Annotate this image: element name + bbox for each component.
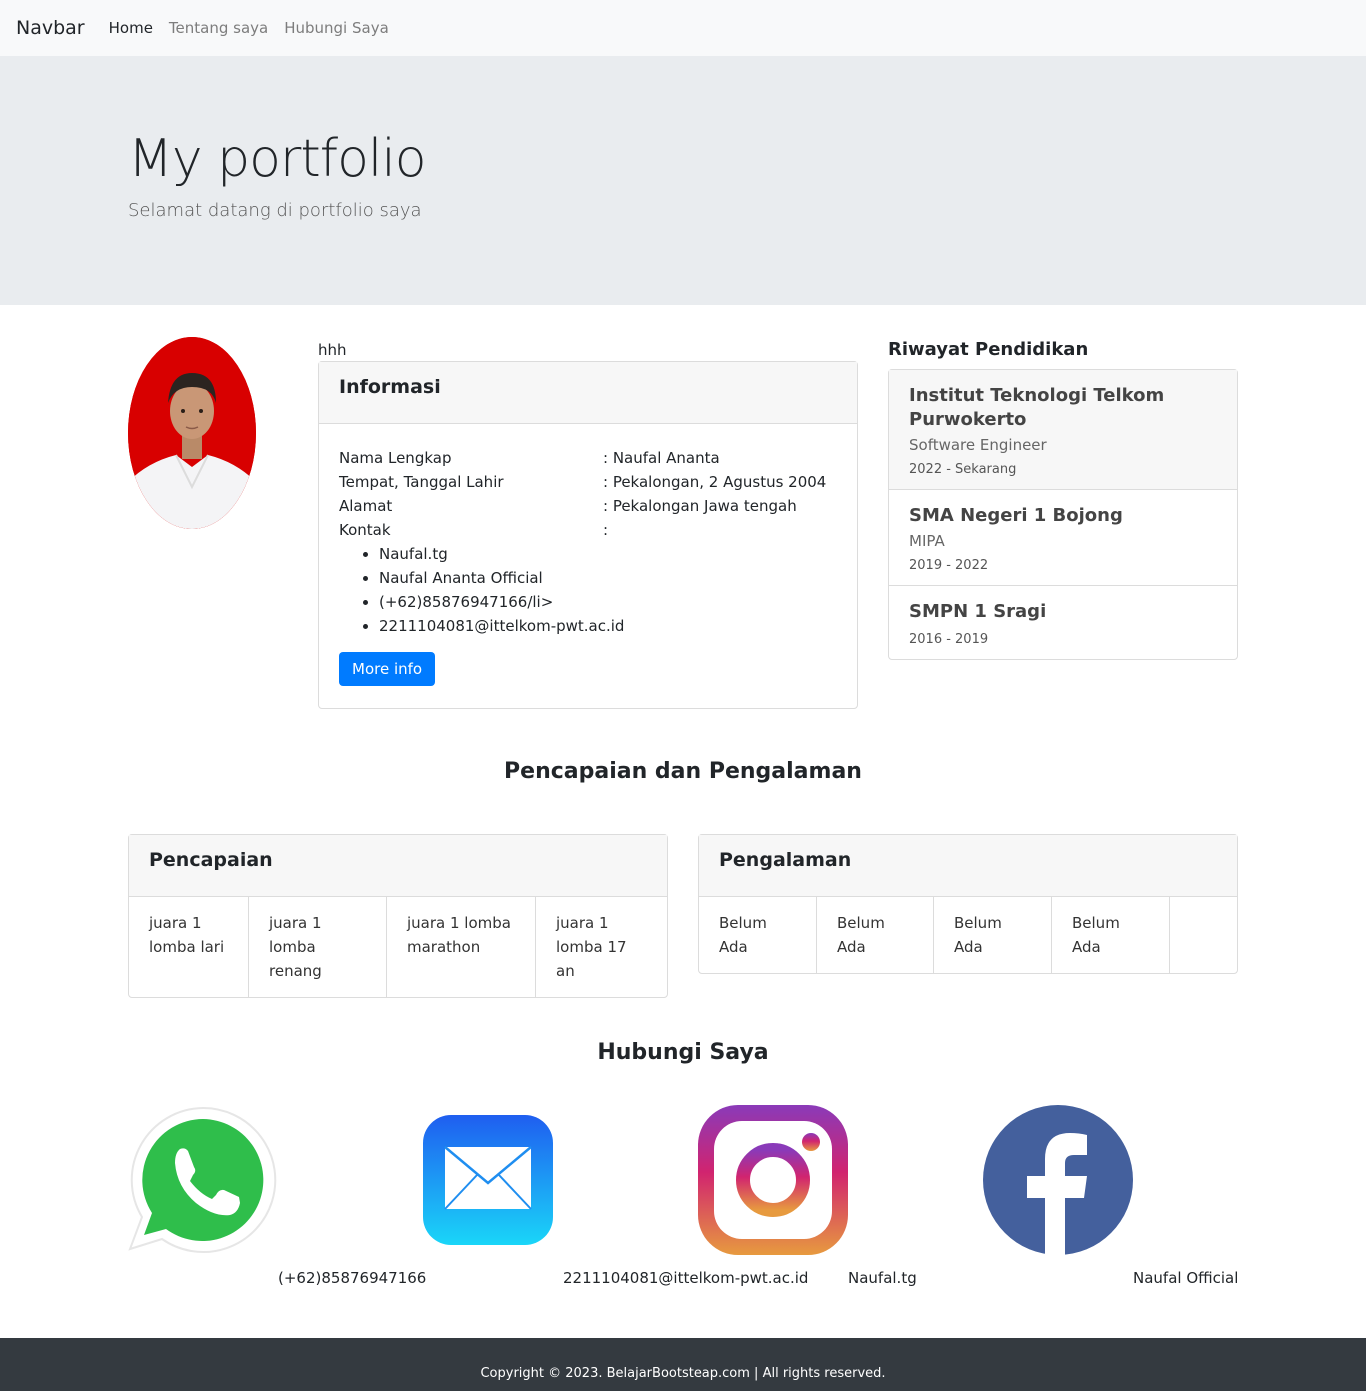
pencapaian-item: juara 1 lomba renang [249, 897, 387, 997]
info-card: Informasi Nama Lengkap : Naufal Ananta T… [318, 361, 858, 709]
education-major: MIPA [909, 532, 945, 550]
info-label: Alamat [339, 497, 393, 515]
achievements-section: Pencapaian dan Pengalaman Pencapaian jua… [0, 725, 1366, 1020]
profile-section: hhh Informasi Nama Lengkap : Naufal Anan… [0, 305, 1366, 725]
contact-mail[interactable]: 2211104081@ittelkom-pwt.ac.id [413, 1105, 808, 1287]
pengalaman-item: Belum Ada [699, 897, 817, 973]
facebook-icon[interactable] [983, 1105, 1133, 1255]
instagram-icon[interactable] [698, 1105, 848, 1255]
education-years: 2022 - Sekarang [909, 462, 1017, 477]
pencapaian-item: juara 1 lomba 17 an [556, 914, 627, 980]
contact-list: Naufal.tg Naufal Ananta Official (+62)85… [379, 542, 837, 638]
nav-link-tentang-saya[interactable]: Tentang saya [169, 19, 268, 37]
contact-instagram[interactable]: Naufal.tg [698, 1105, 917, 1287]
navbar: Navbar Home Tentang saya Hubungi Saya [0, 0, 1366, 56]
education-item[interactable]: SMPN 1 Sragi 2016 - 2019 [889, 586, 1237, 659]
hero-title: My portfolio [128, 129, 427, 189]
navbar-brand[interactable]: Navbar [16, 17, 85, 39]
info-label: Kontak [339, 521, 391, 539]
pencapaian-list: juara 1 lomba lari juara 1 lomba renang … [129, 897, 667, 997]
info-value: : [603, 521, 609, 539]
pengalaman-card: Pengalaman Belum Ada Belum Ada Belum Ada… [698, 834, 1238, 974]
contact-title: Hubungi Saya [597, 1040, 769, 1065]
pengalaman-list: Belum Ada Belum Ada Belum Ada Belum Ada [699, 897, 1237, 973]
contact-label: (+62)85876947166 [278, 1269, 427, 1287]
education-title: Riwayat Pendidikan [888, 339, 1089, 360]
contact-whatsapp[interactable]: (+62)85876947166 [128, 1105, 426, 1287]
contact-list-item: 2211104081@ittelkom-pwt.ac.id [379, 614, 837, 638]
pencapaian-item: juara 1 lomba lari [129, 897, 249, 997]
person-photo-icon [128, 337, 256, 529]
education-school: SMPN 1 Sragi [909, 601, 1047, 622]
pencapaian-item: juara 1 lomba marathon [387, 897, 536, 997]
education-item[interactable]: Institut Teknologi Telkom Purwokerto Sof… [889, 370, 1237, 490]
pengalaman-title: Pengalaman [699, 835, 1237, 897]
contact-label: Naufal.tg [848, 1269, 917, 1287]
info-row: Kontak : [339, 518, 837, 542]
contact-label: 2211104081@ittelkom-pwt.ac.id [563, 1269, 809, 1287]
info-card-body: Nama Lengkap : Naufal Ananta Tempat, Tan… [319, 424, 857, 686]
info-value: : Pekalongan, 2 Agustus 2004 [603, 473, 827, 491]
nav-link-home[interactable]: Home [109, 19, 153, 37]
mail-icon[interactable] [413, 1105, 563, 1255]
profile-caption: hhh [318, 341, 347, 359]
education-years: 2016 - 2019 [909, 632, 989, 647]
education-years: 2019 - 2022 [909, 558, 989, 573]
info-value: : Naufal Ananta [603, 449, 720, 467]
education-major: Software Engineer [909, 436, 1047, 454]
hero-subtitle: Selamat datang di portfolio saya [128, 200, 422, 221]
more-info-button[interactable]: More info [339, 652, 436, 686]
pencapaian-card: Pencapaian juara 1 lomba lari juara 1 lo… [128, 834, 668, 998]
contact-label: Naufal Official [1133, 1269, 1239, 1287]
info-value: : Pekalongan Jawa tengah [603, 497, 797, 515]
contact-facebook[interactable]: Naufal Official [983, 1105, 1238, 1287]
pengalaman-item: Belum Ada [817, 897, 934, 973]
pengalaman-item: Belum Ada [1052, 897, 1170, 973]
hero-jumbotron: My portfolio Selamat datang di portfolio… [0, 56, 1366, 305]
contact-list-item: Naufal.tg [379, 542, 837, 566]
info-row: Nama Lengkap : Naufal Ananta [339, 446, 837, 470]
info-label: Tempat, Tanggal Lahir [339, 473, 504, 491]
contact-section: Hubungi Saya (+62)85876947166 2211104081… [0, 1020, 1366, 1338]
info-row: Tempat, Tanggal Lahir : Pekalongan, 2 Ag… [339, 470, 837, 494]
achievements-title: Pencapaian dan Pengalaman [504, 759, 862, 784]
info-row: Alamat : Pekalongan Jawa tengah [339, 494, 837, 518]
education-school: SMA Negeri 1 Bojong [909, 505, 1123, 526]
profile-photo [128, 337, 256, 529]
pencapaian-title: Pencapaian [129, 835, 667, 897]
info-card-title: Informasi [319, 362, 857, 424]
footer: Copyright © 2023. BelajarBootsteap.com |… [0, 1338, 1366, 1391]
nav-link-hubungi-saya[interactable]: Hubungi Saya [284, 19, 389, 37]
footer-copyright: Copyright © 2023. BelajarBootsteap.com |… [480, 1366, 886, 1381]
contact-list-item: (+62)85876947166/li> [379, 590, 837, 614]
contact-list-item: Naufal Ananta Official [379, 566, 837, 590]
education-school: Institut Teknologi Telkom Purwokerto [909, 385, 1165, 430]
info-label: Nama Lengkap [339, 449, 452, 467]
whatsapp-icon[interactable] [128, 1105, 278, 1255]
education-list: Institut Teknologi Telkom Purwokerto Sof… [888, 369, 1238, 660]
pengalaman-item: Belum Ada [934, 897, 1052, 973]
education-item[interactable]: SMA Negeri 1 Bojong MIPA 2019 - 2022 [889, 490, 1237, 586]
